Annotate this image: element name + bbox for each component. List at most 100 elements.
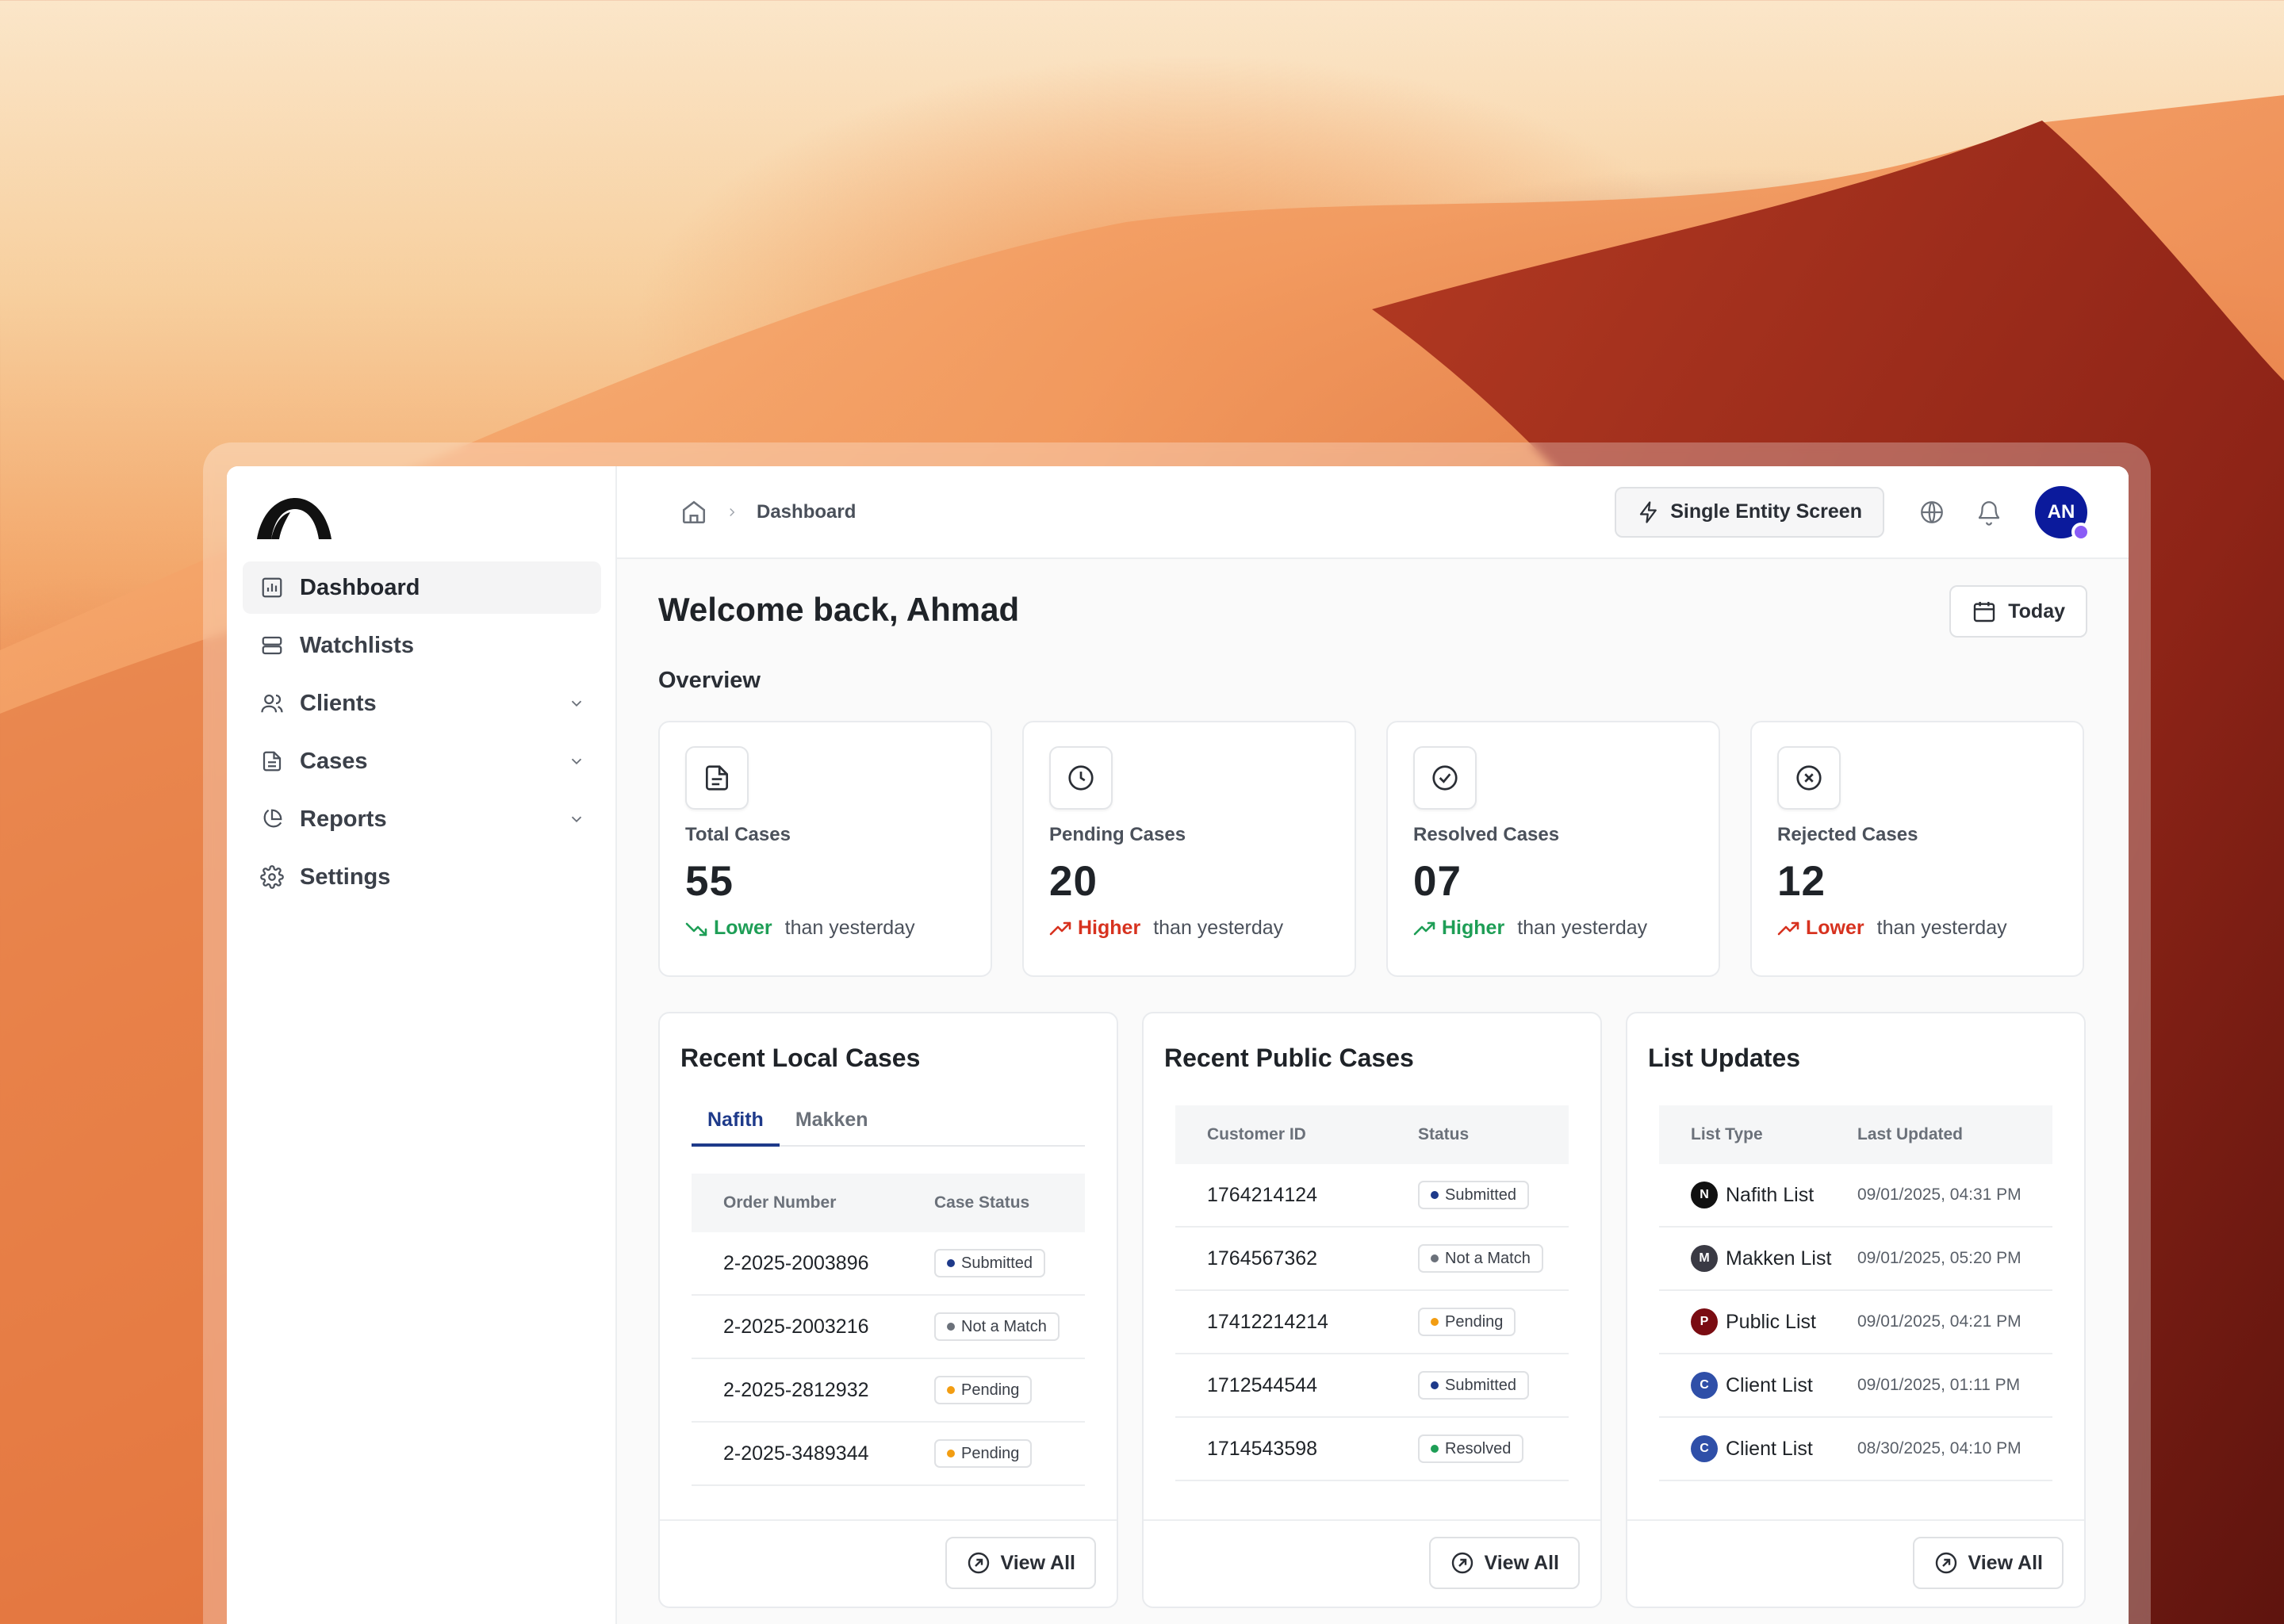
- column-header: Last Updated: [1857, 1125, 1964, 1143]
- bar-chart-icon: [259, 574, 286, 601]
- view-all-button[interactable]: View All: [945, 1537, 1096, 1589]
- table-row[interactable]: 2-2025-2003896 Submitted: [692, 1232, 1085, 1296]
- last-updated: 09/01/2025, 05:20 PM: [1857, 1249, 2021, 1267]
- breadcrumb-current[interactable]: Dashboard: [757, 501, 856, 523]
- stat-card-total: Total Cases 55 Lower than yesterday: [658, 721, 992, 977]
- panel-title: List Updates: [1648, 1044, 1801, 1072]
- table-row[interactable]: 2-2025-2003216 Not a Match: [692, 1296, 1085, 1359]
- home-icon[interactable]: [680, 499, 707, 526]
- order-number: 2-2025-2003896: [723, 1251, 869, 1274]
- stat-trend: Higher than yesterday: [1049, 917, 1329, 940]
- table-row[interactable]: 1714543598 Resolved: [1175, 1418, 1569, 1481]
- sidebar-item-label: Clients: [300, 690, 377, 716]
- order-number: 2-2025-2003216: [723, 1315, 869, 1338]
- status-dot: [1431, 1191, 1439, 1199]
- chevron-right-icon: [730, 508, 735, 516]
- check-circle-icon: [1413, 746, 1477, 810]
- file-text-icon: [259, 748, 286, 775]
- customer-id: 1764214124: [1207, 1183, 1318, 1206]
- chevron-down-icon[interactable]: [568, 695, 585, 712]
- single-entity-screen-button[interactable]: Single Entity Screen: [1615, 486, 1884, 538]
- stat-value: 12: [1777, 858, 1826, 905]
- panel-title: Recent Public Cases: [1164, 1044, 1414, 1072]
- status-dot: [1431, 1445, 1439, 1453]
- sidebar-item-settings[interactable]: Settings: [243, 851, 601, 903]
- stat-value: 07: [1413, 858, 1462, 905]
- status-dot: [1431, 1254, 1439, 1262]
- sidebar-item-watchlists[interactable]: Watchlists: [243, 619, 601, 672]
- table-row[interactable]: C Client List 08/30/2025, 04:10 PM: [1659, 1418, 2052, 1481]
- gear-icon: [259, 864, 286, 891]
- chevron-down-icon[interactable]: [568, 753, 585, 770]
- table-row[interactable]: 1764567362 Not a Match: [1175, 1228, 1569, 1291]
- sidebar-item-label: Dashboard: [300, 574, 420, 600]
- stat-card-pending: Pending Cases 20 Higher than yesterday: [1022, 721, 1356, 977]
- table-row[interactable]: 2-2025-2812932 Pending: [692, 1359, 1085, 1423]
- customer-id: 1714543598: [1207, 1437, 1318, 1460]
- tab-makken[interactable]: Makken: [780, 1101, 884, 1147]
- stat-title: Pending Cases: [1049, 824, 1186, 845]
- column-header: Case Status: [934, 1193, 1030, 1212]
- status-dot: [947, 1450, 955, 1457]
- last-updated: 09/01/2025, 01:11 PM: [1857, 1376, 2021, 1394]
- tab-nafith[interactable]: Nafith: [692, 1101, 780, 1147]
- stat-card-resolved: Resolved Cases 07 Higher than yesterday: [1386, 721, 1720, 977]
- status-label: Not a Match: [1445, 1249, 1531, 1267]
- date-filter-button[interactable]: Today: [1949, 585, 2087, 638]
- sidebar-item-reports[interactable]: Reports: [243, 793, 601, 845]
- sidebar-item-clients[interactable]: Clients: [243, 677, 601, 730]
- table-row[interactable]: C Client List 09/01/2025, 01:11 PM: [1659, 1354, 2052, 1418]
- sidebar-item-cases[interactable]: Cases: [243, 735, 601, 787]
- stat-title: Rejected Cases: [1777, 824, 1918, 845]
- status-label: Not a Match: [961, 1317, 1047, 1335]
- table-header: List Type Last Updated: [1659, 1105, 2052, 1164]
- trend-word: Higher: [1078, 917, 1141, 939]
- list-name: Client List: [1726, 1437, 1813, 1460]
- globe-icon[interactable]: [1916, 496, 1948, 528]
- stat-title: Resolved Cases: [1413, 824, 1560, 845]
- panel-title: Recent Local Cases: [680, 1044, 921, 1072]
- status-label: Resolved: [1445, 1439, 1512, 1457]
- column-header: Status: [1418, 1125, 1470, 1143]
- status-badge: Not a Match: [934, 1312, 1060, 1341]
- view-all-button[interactable]: View All: [1912, 1537, 2064, 1589]
- customer-id: 1712544544: [1207, 1373, 1318, 1396]
- table-row[interactable]: 1764214124 Submitted: [1175, 1164, 1569, 1228]
- table-header: Customer ID Status: [1175, 1105, 1569, 1164]
- bell-icon[interactable]: [1973, 496, 2005, 528]
- sidebar-item-dashboard[interactable]: Dashboard: [243, 561, 601, 614]
- list-type: C Client List: [1691, 1435, 1857, 1462]
- public-cases-table: Customer ID Status 1764214124 Submitted …: [1175, 1105, 1569, 1481]
- stat-title: Total Cases: [685, 824, 791, 845]
- single-entity-screen-label: Single Entity Screen: [1670, 500, 1862, 523]
- status-dot: [947, 1323, 955, 1331]
- case-source-tabs: Nafith Makken: [692, 1101, 1085, 1147]
- users-icon: [259, 690, 286, 717]
- list-name: Public List: [1726, 1310, 1816, 1333]
- topbar-actions: Single Entity Screen AN: [1615, 485, 2090, 542]
- status-badge: Resolved: [1418, 1434, 1524, 1463]
- table-row[interactable]: 17412214214 Pending: [1175, 1291, 1569, 1354]
- stat-trend: Lower than yesterday: [1777, 917, 2057, 940]
- status-label: Submitted: [1445, 1185, 1517, 1204]
- table-row[interactable]: P Public List 09/01/2025, 04:21 PM: [1659, 1291, 2052, 1354]
- view-all-button[interactable]: View All: [1428, 1537, 1580, 1589]
- table-row[interactable]: N Nafith List 09/01/2025, 04:31 PM: [1659, 1164, 2052, 1228]
- last-updated: 09/01/2025, 04:31 PM: [1857, 1185, 2021, 1204]
- avatar[interactable]: AN: [2035, 485, 2090, 542]
- stat-card-rejected: Rejected Cases 12 Lower than yesterday: [1750, 721, 2084, 977]
- table-row[interactable]: M Makken List 09/01/2025, 05:20 PM: [1659, 1228, 2052, 1291]
- view-all-label: View All: [1968, 1551, 2043, 1574]
- status-indicator: [2071, 522, 2090, 542]
- status-badge: Pending: [934, 1376, 1033, 1404]
- status-badge: Pending: [934, 1439, 1033, 1468]
- table-row[interactable]: 1712544544 Submitted: [1175, 1354, 1569, 1418]
- chevron-down-icon[interactable]: [568, 810, 585, 828]
- status-label: Pending: [961, 1381, 1020, 1399]
- table-row[interactable]: 2-2025-3489344 Pending: [692, 1423, 1085, 1486]
- list-type: P Public List: [1691, 1308, 1857, 1335]
- avatar-initials: AN: [2047, 500, 2075, 523]
- list-name: Nafith List: [1726, 1183, 1815, 1206]
- list-name: Client List: [1726, 1373, 1813, 1396]
- status-label: Submitted: [961, 1254, 1033, 1272]
